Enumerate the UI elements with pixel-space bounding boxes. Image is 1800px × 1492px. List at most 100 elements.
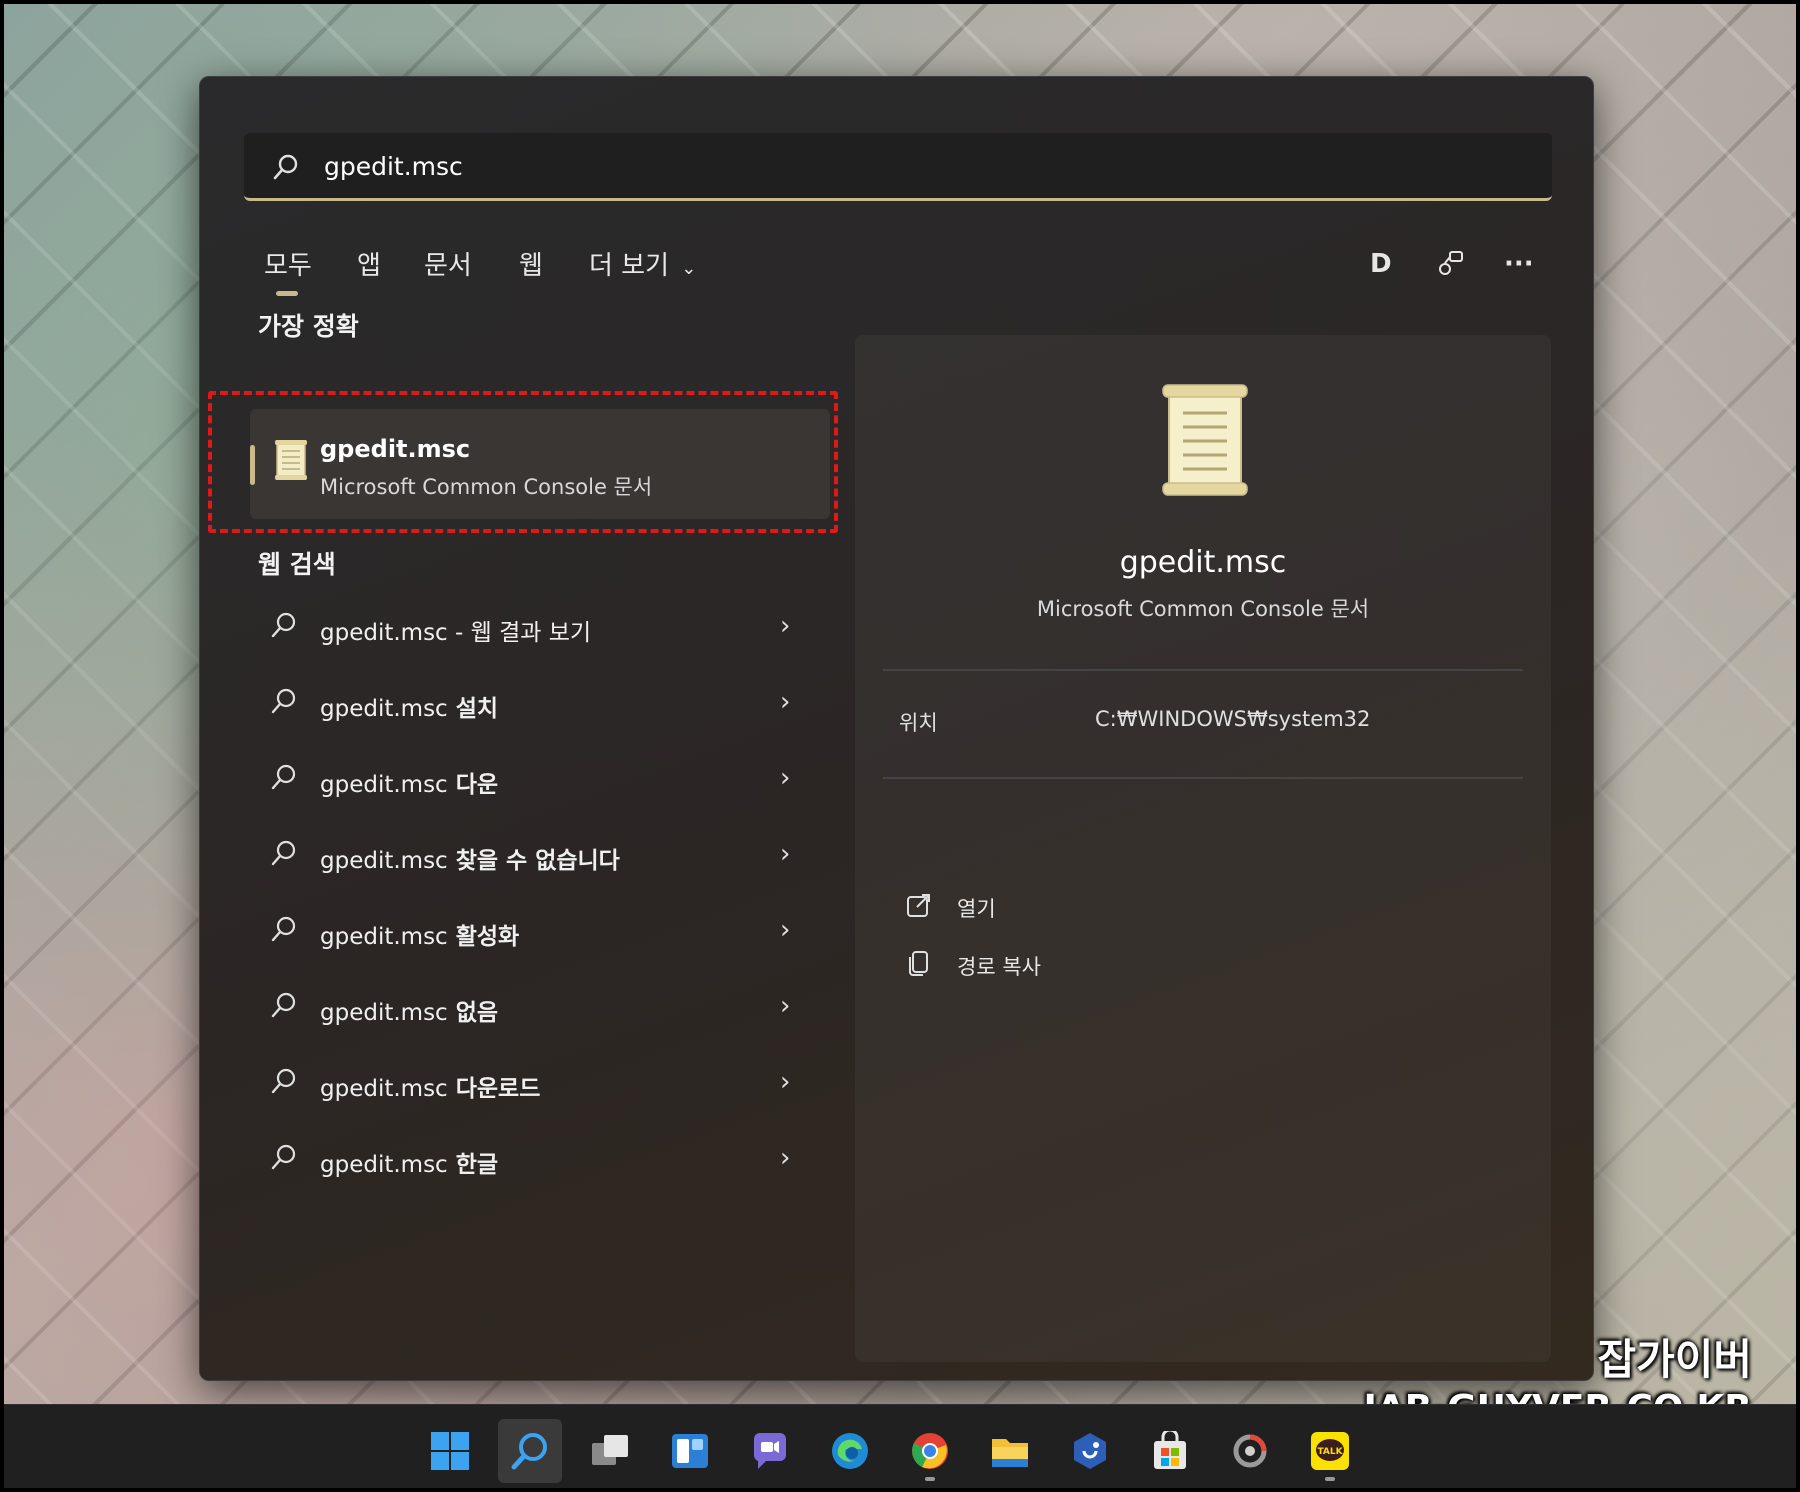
edge-browser-icon [832,1433,868,1469]
search-icon [270,915,298,947]
taskbar-app-button[interactable] [1218,1419,1282,1483]
taskbar-search-button[interactable] [498,1419,562,1483]
tab-more-label: 더 보기 [589,251,670,281]
location-label: 위치 [899,711,938,735]
store-bag-icon [1154,1431,1186,1469]
chevron-right-icon: › [780,763,791,793]
web-result-item[interactable]: gpedit.msc 다운로드 › [250,1053,810,1113]
detail-subtitle: Microsoft Common Console 문서 [1036,597,1370,621]
search-icon [511,1433,547,1470]
web-result-item[interactable]: gpedit.msc 없음 › [250,977,810,1037]
desktop-background: 모두 앱 문서 웹 더 보기 ⌄ D ··· 가장 정확 gpedit.msc … [0,0,1800,1492]
highlight-annotation [208,391,838,533]
folder-icon [992,1439,1028,1467]
search-panel: 모두 앱 문서 웹 더 보기 ⌄ D ··· 가장 정확 gpedit.msc … [199,76,1594,1381]
tab-apps[interactable]: 앱 [357,245,381,282]
search-input[interactable] [324,143,1424,189]
copy-path-action-label: 경로 복사 [957,955,1041,979]
watermark-korean: 잡가이버 [1597,1335,1752,1384]
web-result-suffix: 찾을 수 없습니다 [447,848,620,874]
taskbar-edge-button[interactable] [818,1419,882,1483]
web-result-suffix: 다운로드 [447,1076,541,1102]
divider [883,669,1523,671]
chevron-right-icon: › [780,1067,791,1097]
capture-tool-icon [1233,1434,1267,1468]
web-result-suffix: 다운 [447,772,499,798]
web-search-title: 웹 검색 [258,550,336,579]
taskbar-start-button[interactable] [418,1419,482,1483]
web-result-item[interactable]: gpedit.msc 한글 › [250,1129,810,1189]
tab-all[interactable]: 모두 [264,245,312,296]
tab-web[interactable]: 웹 [519,245,543,282]
windows-logo-icon [431,1432,469,1470]
chevron-right-icon: › [780,991,791,1021]
chevron-right-icon: › [780,1143,791,1173]
search-icon [272,153,300,185]
detail-pane: gpedit.msc Microsoft Common Console 문서 위… [855,335,1551,1362]
web-result-item[interactable]: gpedit.msc 활성화 › [250,901,810,961]
org-chart-icon[interactable] [1436,249,1466,286]
search-icon [270,991,298,1023]
web-result-item[interactable]: gpedit.msc 설치 › [250,673,810,733]
chevron-right-icon: › [780,687,791,717]
web-result-suffix: 활성화 [447,924,520,950]
search-icon [270,839,298,871]
chevron-right-icon: › [780,611,791,641]
web-result-query: gpedit.msc [320,924,448,950]
web-result-query: gpedit.msc [320,1152,448,1178]
open-action[interactable]: 열기 [905,885,1205,925]
web-result-query: gpedit.msc [320,696,448,722]
chevron-right-icon: › [780,839,791,869]
web-result-query: gpedit.msc [320,1000,448,1026]
detail-name: gpedit.msc [1119,545,1287,580]
web-result-item[interactable]: gpedit.msc - 웹 결과 보기 › [250,597,810,657]
search-icon [270,1067,298,1099]
taskbar-store-button[interactable] [1138,1419,1202,1483]
web-result-item[interactable]: gpedit.msc 다운 › [250,749,810,809]
scroll-document-icon [1155,383,1255,503]
web-result-query: gpedit.msc [320,848,448,874]
taskbar-widgets-button[interactable] [658,1419,722,1483]
chevron-down-icon: ⌄ [681,258,697,279]
widgets-icon [672,1434,708,1468]
taskbar: TALK [4,1404,1796,1488]
web-result-suffix: 설치 [447,696,499,722]
teams-chat-icon [753,1433,786,1469]
search-box[interactable] [244,133,1552,201]
filter-tabs: 모두 앱 문서 웹 더 보기 ⌄ [264,245,1544,305]
location-value: C:₩WINDOWS₩system32 [1095,707,1371,731]
web-result-query: gpedit.msc [320,772,448,798]
web-result-query: gpedit.msc [320,1076,448,1102]
tab-documents[interactable]: 문서 [424,245,472,282]
more-options-icon[interactable]: ··· [1504,249,1534,279]
web-result-suffix: 없음 [447,1000,499,1026]
copy-path-action[interactable]: 경로 복사 [905,943,1205,983]
taskbar-chat-button[interactable] [738,1419,802,1483]
task-view-icon [592,1435,628,1465]
taskbar-file-explorer-button[interactable] [978,1419,1042,1483]
open-external-icon [905,891,933,923]
search-icon [270,687,298,719]
taskbar-chrome-button[interactable] [898,1419,962,1483]
open-action-label: 열기 [957,897,996,921]
chevron-right-icon: › [780,915,791,945]
web-result-suffix: 한글 [447,1152,499,1178]
running-indicator [1325,1477,1335,1481]
kakaotalk-icon: TALK [1311,1432,1349,1470]
web-result-suffix: - 웹 결과 보기 [447,620,592,646]
copy-path-icon [905,949,933,981]
gear-code-icon [1074,1433,1106,1469]
search-icon [270,611,298,643]
account-avatar-icon[interactable]: D [1370,249,1392,279]
divider [883,777,1523,779]
web-result-item[interactable]: gpedit.msc 찾을 수 없습니다 › [250,825,810,885]
taskbar-kakaotalk-button[interactable]: TALK [1298,1419,1362,1483]
taskbar-task-view-button[interactable] [578,1419,642,1483]
best-match-title: 가장 정확 [258,312,359,341]
running-indicator [925,1477,935,1481]
chrome-browser-icon [912,1433,948,1469]
tab-more[interactable]: 더 보기 ⌄ [589,245,696,282]
search-icon [270,1143,298,1175]
svg-text:TALK: TALK [1317,1447,1343,1457]
taskbar-dev-tool-button[interactable] [1058,1419,1122,1483]
